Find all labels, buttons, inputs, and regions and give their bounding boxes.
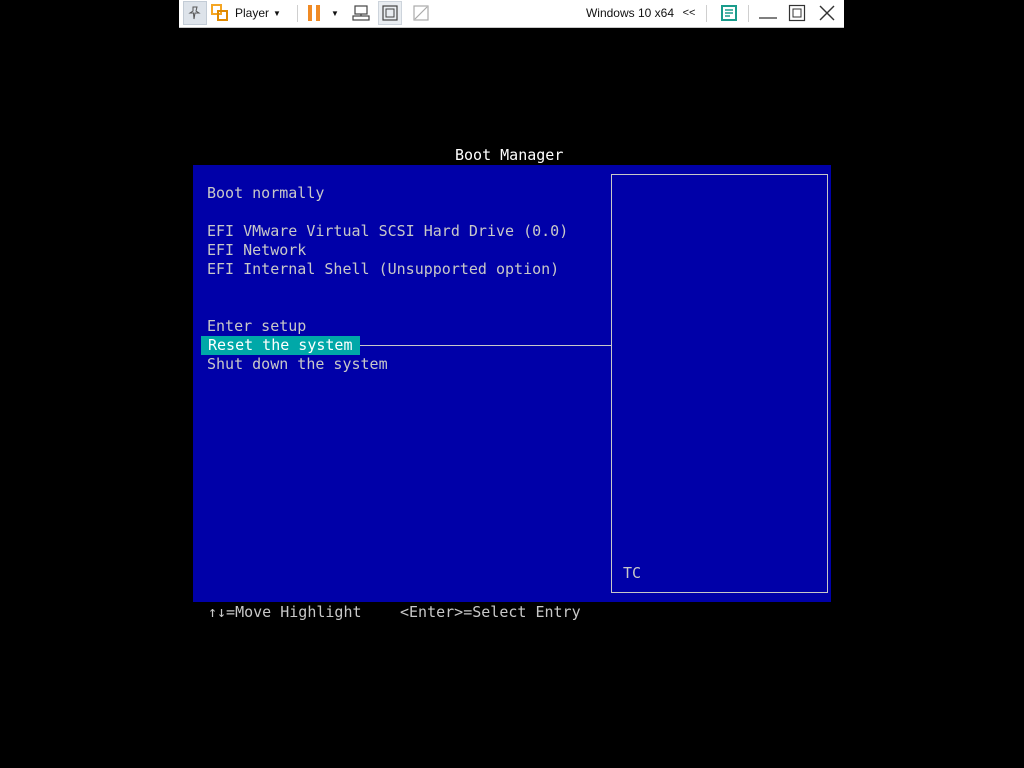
menu-item-reset-system[interactable]: Reset the system	[201, 336, 360, 355]
toolbar-divider	[706, 5, 707, 22]
minimize-icon[interactable]	[754, 1, 782, 25]
help-panel: TC	[611, 174, 828, 593]
menu-item-efi-hard-drive[interactable]: EFI VMware Virtual SCSI Hard Drive (0.0)	[207, 222, 568, 241]
pause-icon[interactable]	[303, 1, 325, 25]
notes-icon[interactable]	[717, 1, 741, 25]
boot-manager-panel: Boot normally EFI VMware Virtual SCSI Ha…	[193, 165, 831, 602]
maximize-icon[interactable]	[784, 1, 810, 25]
vmware-logo-icon[interactable]	[209, 1, 231, 25]
boot-manager-title: Boot Manager	[455, 146, 564, 164]
hint-move-highlight: ↑↓=Move Highlight	[208, 603, 362, 621]
pin-icon[interactable]	[183, 1, 207, 25]
help-text: TC	[623, 564, 642, 582]
toolbar-divider	[748, 5, 749, 22]
close-icon[interactable]	[814, 1, 840, 25]
pause-options-chevron-icon[interactable]: ▼	[329, 1, 341, 25]
menu-item-efi-internal-shell[interactable]: EFI Internal Shell (Unsupported option)	[207, 260, 559, 279]
vm-name-label: Windows 10 x64	[585, 6, 674, 20]
toolbar-divider	[297, 5, 298, 22]
player-menu[interactable]: Player ▼	[235, 1, 291, 25]
selection-connector-line	[343, 345, 611, 346]
collapse-toolbar-icon[interactable]: <<	[679, 1, 699, 25]
vmware-toolbar: Player ▼ ▼ Windows 10 x64 <<	[179, 0, 844, 28]
send-keys-icon[interactable]	[349, 1, 373, 25]
menu-item-enter-setup[interactable]: Enter setup	[207, 317, 306, 336]
chevron-down-icon: ▼	[273, 8, 281, 18]
unity-icon[interactable]	[409, 1, 433, 25]
fit-guest-icon[interactable]	[378, 1, 402, 25]
menu-item-efi-network[interactable]: EFI Network	[207, 241, 306, 260]
hint-select-entry: <Enter>=Select Entry	[400, 603, 581, 621]
player-menu-label: Player	[235, 6, 270, 20]
menu-item-boot-normally[interactable]: Boot normally	[207, 184, 324, 203]
menu-item-shut-down[interactable]: Shut down the system	[207, 355, 388, 374]
